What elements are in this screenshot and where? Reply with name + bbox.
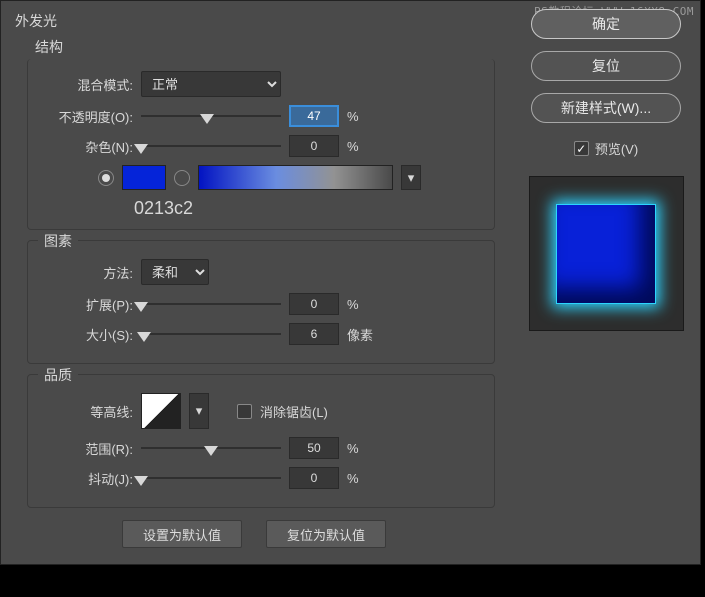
technique-select[interactable]: 柔和 — [141, 259, 209, 285]
jitter-label: 抖动(J): — [38, 469, 133, 488]
size-slider[interactable] — [141, 324, 281, 344]
jitter-slider[interactable] — [141, 468, 281, 488]
range-input[interactable] — [289, 437, 339, 459]
range-slider[interactable] — [141, 438, 281, 458]
color-hex-label: 0213c2 — [134, 198, 484, 219]
reset-button[interactable]: 复位 — [531, 51, 681, 81]
range-unit: % — [347, 441, 377, 456]
gradient-strip[interactable] — [198, 165, 393, 190]
spread-unit: % — [347, 297, 377, 312]
antialias-label: 消除锯齿(L) — [260, 402, 328, 421]
color-swatch[interactable] — [122, 165, 166, 190]
technique-label: 方法: — [38, 263, 133, 282]
new-style-button[interactable]: 新建样式(W)... — [531, 93, 681, 123]
elements-fieldset: 图素 方法: 柔和 扩展(P): % 大小(S): 像素 — [27, 240, 495, 364]
elements-title: 图素 — [38, 231, 78, 251]
ok-button[interactable]: 确定 — [531, 9, 681, 39]
noise-label: 杂色(N): — [38, 137, 133, 156]
reset-default-button[interactable]: 复位为默认值 — [266, 520, 386, 548]
color-radio[interactable] — [98, 170, 114, 186]
contour-dropdown-icon[interactable]: ▾ — [189, 393, 209, 429]
antialias-checkbox[interactable] — [237, 404, 252, 419]
quality-fieldset: 品质 等高线: ▾ 消除锯齿(L) 范围(R): % 抖动(J): % — [27, 374, 495, 508]
noise-unit: % — [347, 139, 377, 154]
blend-mode-select[interactable]: 正常 — [141, 71, 281, 97]
preview-box — [529, 176, 684, 331]
spread-label: 扩展(P): — [38, 295, 133, 314]
quality-title: 品质 — [38, 365, 78, 385]
structure-fieldset: 混合模式: 正常 不透明度(O): % 杂色(N): % ▾ — [27, 59, 495, 230]
preview-label: 预览(V) — [595, 139, 638, 158]
contour-label: 等高线: — [38, 402, 133, 421]
spread-input[interactable] — [289, 293, 339, 315]
size-unit: 像素 — [347, 325, 377, 344]
opacity-input[interactable] — [289, 105, 339, 127]
opacity-label: 不透明度(O): — [38, 107, 133, 126]
range-label: 范围(R): — [38, 439, 133, 458]
jitter-unit: % — [347, 471, 377, 486]
size-label: 大小(S): — [38, 325, 133, 344]
dialog-title: 外发光 — [15, 11, 501, 31]
set-default-button[interactable]: 设置为默认值 — [122, 520, 242, 548]
gradient-radio[interactable] — [174, 170, 190, 186]
spread-slider[interactable] — [141, 294, 281, 314]
noise-slider[interactable] — [141, 136, 281, 156]
preview-checkbox[interactable] — [574, 141, 589, 156]
opacity-unit: % — [347, 109, 377, 124]
size-input[interactable] — [289, 323, 339, 345]
opacity-slider[interactable] — [141, 106, 281, 126]
blend-mode-label: 混合模式: — [38, 75, 133, 94]
preview-swatch — [556, 204, 656, 304]
jitter-input[interactable] — [289, 467, 339, 489]
structure-title: 结构 — [35, 37, 501, 57]
noise-input[interactable] — [289, 135, 339, 157]
contour-picker[interactable] — [141, 393, 181, 429]
gradient-dropdown-icon[interactable]: ▾ — [401, 165, 421, 190]
